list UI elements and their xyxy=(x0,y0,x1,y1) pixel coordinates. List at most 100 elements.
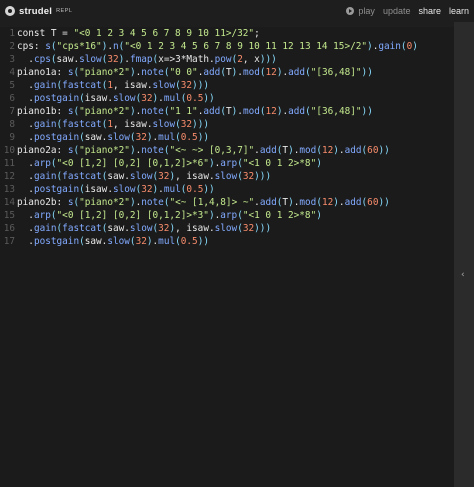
code-token: piano1b: xyxy=(17,106,68,117)
code-token: note xyxy=(141,145,164,156)
line-number: 14 xyxy=(3,197,15,208)
code-line[interactable]: 12 .gain(fastcat(saw.slow(32), isaw.slow… xyxy=(0,170,454,183)
line-number: 7 xyxy=(9,106,15,117)
code-token: )) xyxy=(361,67,373,78)
code-token: . xyxy=(17,132,34,143)
code-token: ) xyxy=(412,41,418,52)
code-token: 60 xyxy=(367,197,379,208)
code-line[interactable]: 5 .gain(fastcat(1, isaw.slow(32))) xyxy=(0,79,454,92)
strudel-logo-icon xyxy=(5,6,15,16)
code-token: saw. xyxy=(84,236,108,247)
code-text: .gain(fastcat(saw.slow(32), isaw.slow(32… xyxy=(17,222,271,235)
code-line[interactable]: 13 .postgain(isaw.slow(32).mul(0.5)) xyxy=(0,183,454,196)
code-token: 12 xyxy=(265,67,277,78)
code-token: cps xyxy=(33,54,51,65)
line-number: 4 xyxy=(9,67,15,78)
code-line[interactable]: 16 .gain(fastcat(saw.slow(32), isaw.slow… xyxy=(0,222,454,235)
code-token: postgain xyxy=(33,184,80,195)
code-token: )) xyxy=(378,197,390,208)
code-text: .cps(saw.slow(32).fmap(x=>3*Math.pow(2, … xyxy=(17,53,276,66)
code-token: fastcat xyxy=(62,80,102,91)
code-token: 32 xyxy=(180,80,193,91)
code-token: note xyxy=(141,67,164,78)
code-line[interactable]: 9 .postgain(saw.slow(32).mul(0.5)) xyxy=(0,131,454,144)
code-token: "piano*2" xyxy=(79,197,130,208)
app-title: strudel xyxy=(19,5,53,17)
code-token: "1 1" xyxy=(169,106,198,117)
code-text: .arp("<0 [1,2] [0,2] [0,1,2]>*6").arp("<… xyxy=(17,157,322,170)
code-token: 0.5 xyxy=(180,132,198,143)
code-token: , x xyxy=(242,54,260,65)
code-token: piano1a: xyxy=(17,67,68,78)
code-token: fastcat xyxy=(62,223,102,234)
code-token: "piano*2" xyxy=(79,67,130,78)
update-button[interactable]: update xyxy=(383,6,411,16)
share-button[interactable]: share xyxy=(418,6,441,16)
code-token: slow xyxy=(152,80,176,91)
code-token: "[36,48]" xyxy=(310,67,362,78)
code-editor[interactable]: 1 const T = "<0 1 2 3 4 5 6 7 8 9 10 11>/… xyxy=(0,27,454,487)
code-token: . xyxy=(17,184,34,195)
code-token: 12 xyxy=(321,197,334,208)
line-number: 5 xyxy=(9,80,15,91)
line-number: 2 xyxy=(9,41,15,52)
code-token: "piano*2" xyxy=(79,106,130,117)
code-token: gain xyxy=(33,119,57,130)
code-token: . xyxy=(17,119,34,130)
code-token: "<1 0 1 2>*8" xyxy=(242,210,317,221)
code-line[interactable]: 1 const T = "<0 1 2 3 4 5 6 7 8 9 10 11>/… xyxy=(0,27,454,40)
learn-button[interactable]: learn xyxy=(449,6,469,16)
top-bar: strudel REPL play update share learn xyxy=(0,0,474,22)
code-token: ))) xyxy=(254,171,272,182)
line-number: 6 xyxy=(9,93,15,104)
code-token: isaw. xyxy=(84,184,113,195)
code-token: postgain xyxy=(33,132,80,143)
line-number: 10 xyxy=(3,145,15,156)
code-token: slow xyxy=(129,171,153,182)
line-number: 16 xyxy=(3,223,15,234)
code-line[interactable]: 14 piano2b: s("piano*2").note("<~ [1,4,8]… xyxy=(0,196,454,209)
code-token: "<0 1 2 3 4 5 6 7 8 9 10 11 12 13 14 15>… xyxy=(124,41,368,52)
code-text: const T = "<0 1 2 3 4 5 6 7 8 9 10 11>/3… xyxy=(17,27,260,40)
code-token: )) xyxy=(361,106,373,117)
code-token: mod xyxy=(242,67,260,78)
code-token: slow xyxy=(112,93,136,104)
code-token: 60 xyxy=(367,145,379,156)
code-token: 32 xyxy=(158,223,170,234)
code-line[interactable]: 8 .gain(fastcat(1, isaw.slow(32))) xyxy=(0,118,454,131)
code-token: note xyxy=(141,106,164,117)
code-token: cps: xyxy=(17,41,46,52)
top-menu: play update share learn xyxy=(338,6,469,16)
code-line[interactable]: 2 cps: s("cps*16").n("<0 1 2 3 4 5 6 7 8 … xyxy=(0,40,454,53)
code-token: mod xyxy=(299,197,317,208)
chevron-left-icon[interactable]: ‹ xyxy=(461,270,465,280)
code-token: 12 xyxy=(265,106,277,117)
code-line[interactable]: 4 piano1a: s("piano*2").note("0 0".add(T)… xyxy=(0,66,454,79)
code-line[interactable]: 3 .cps(saw.slow(32).fmap(x=>3*Math.pow(2… xyxy=(0,53,454,66)
code-token: slow xyxy=(214,223,238,234)
code-token: add xyxy=(203,106,221,117)
code-line[interactable]: 17 .postgain(saw.slow(32).mul(0.5)) xyxy=(0,235,454,248)
code-token: . xyxy=(17,223,34,234)
code-token: "<0 1 2 3 4 5 6 7 8 9 10 11>/32" xyxy=(73,28,255,39)
code-line[interactable]: 7 piano1b: s("piano*2").note("1 1".add(T)… xyxy=(0,105,454,118)
code-line[interactable]: 15 .arp("<0 [1,2] [0,2] [0,1,2]>*3").arp… xyxy=(0,209,454,222)
code-token: , isaw. xyxy=(113,80,153,91)
code-token: slow xyxy=(79,54,102,65)
brand[interactable]: strudel REPL xyxy=(5,6,72,17)
play-button[interactable]: play xyxy=(346,6,375,16)
code-text: cps: s("cps*16").n("<0 1 2 3 4 5 6 7 8 9… xyxy=(17,40,418,53)
play-label: play xyxy=(358,6,375,16)
code-line[interactable]: 6 .postgain(isaw.slow(32).mul(0.5)) xyxy=(0,92,454,105)
code-line[interactable]: 11 .arp("<0 [1,2] [0,2] [0,1,2]>*6").arp… xyxy=(0,157,454,170)
line-number: 9 xyxy=(9,132,15,143)
code-token: "<0 [1,2] [0,2] [0,1,2]>*6" xyxy=(56,158,209,169)
code-token: "<0 [1,2] [0,2] [0,1,2]>*3" xyxy=(56,210,209,221)
line-number: 12 xyxy=(3,171,15,182)
code-token: 32 xyxy=(242,223,255,234)
code-line[interactable]: 10 piano2a: s("piano*2").note("<~ ~> [0,3… xyxy=(0,144,454,157)
code-token: slow xyxy=(107,132,130,143)
line-number: 15 xyxy=(3,210,15,221)
code-token: saw. xyxy=(56,54,80,65)
code-text: piano1b: s("piano*2").note("1 1".add(T).… xyxy=(17,105,373,118)
